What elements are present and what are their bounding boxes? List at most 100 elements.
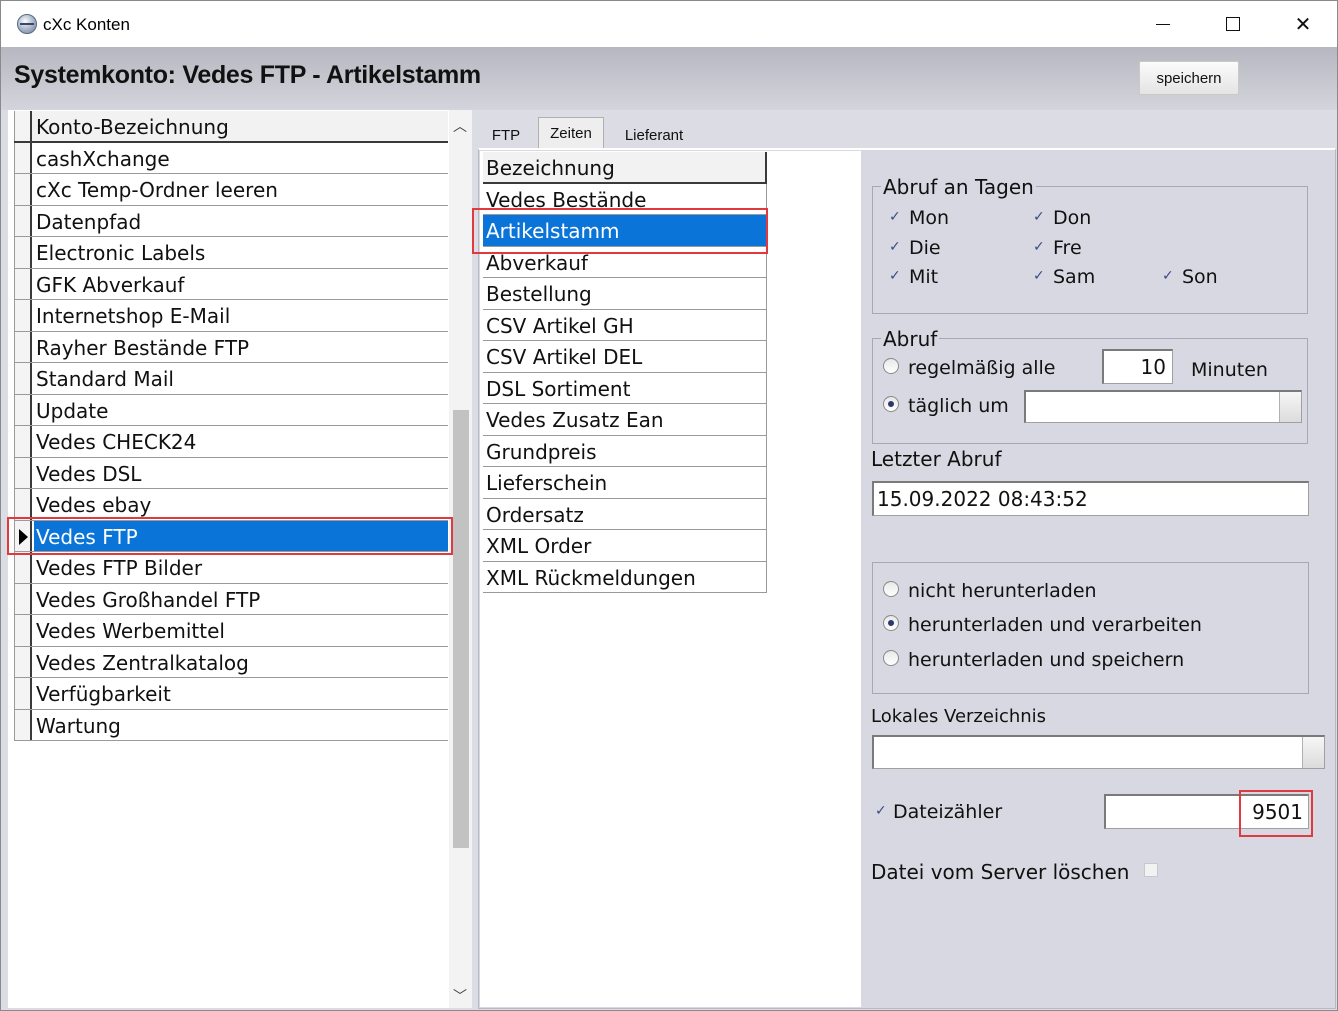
time-input[interactable] — [1024, 390, 1302, 423]
radio-herunterladen-speichern[interactable]: herunterladen und speichern — [883, 649, 1184, 671]
radio-regelmaessig-control[interactable] — [883, 357, 899, 374]
list-item[interactable]: Vedes Zentralkatalog — [14, 646, 448, 678]
row-indicator[interactable] — [14, 174, 32, 205]
radio-control[interactable] — [883, 614, 899, 631]
list-item[interactable]: cXc Temp-Ordner leeren — [14, 174, 448, 206]
close-button[interactable]: ✕ — [1268, 1, 1338, 47]
list-item-label: Vedes FTP Bilder — [36, 556, 203, 580]
radio-herunterladen-verarbeiten[interactable]: herunterladen und verarbeiten — [883, 614, 1202, 636]
list-item[interactable]: Electronic Labels — [14, 237, 448, 269]
checkbox-dateizaehler[interactable]: ✓ Dateizähler — [875, 801, 1002, 823]
dateizaehler-input[interactable]: 9501 — [1104, 794, 1309, 829]
row-indicator[interactable] — [14, 520, 32, 551]
account-grid-header: Konto-Bezeichnung — [14, 111, 448, 143]
maximize-button[interactable] — [1198, 1, 1268, 47]
radio-regelmaessig[interactable]: regelmäßig alle — [883, 357, 1056, 379]
row-indicator[interactable] — [14, 426, 32, 457]
tab-ftp[interactable]: FTP — [484, 122, 528, 148]
list-item[interactable]: Grundpreis — [483, 435, 767, 467]
radio-taeglich[interactable]: täglich um — [883, 395, 1009, 417]
list-item[interactable]: Wartung — [14, 709, 448, 741]
save-button[interactable]: speichern — [1139, 61, 1239, 95]
list-item[interactable]: Vedes Großhandel FTP — [14, 583, 448, 615]
list-item[interactable]: CSV Artikel GH — [483, 309, 767, 341]
row-indicator[interactable] — [14, 552, 32, 583]
list-item[interactable]: Ordersatz — [483, 498, 767, 530]
row-indicator[interactable] — [14, 363, 32, 394]
letzter-abruf-field[interactable]: 15.09.2022 08:43:52 — [872, 481, 1309, 516]
row-indicator[interactable] — [14, 268, 32, 299]
checkbox-fre[interactable]: ✓ Fre — [1033, 237, 1082, 259]
browse-button[interactable] — [1302, 737, 1324, 768]
list-item[interactable]: DSL Sortiment — [483, 372, 767, 404]
list-item[interactable]: Vedes Werbemittel — [14, 615, 448, 647]
checkbox-son[interactable]: ✓ Son — [1162, 266, 1218, 288]
current-row-arrow-icon — [19, 528, 28, 545]
list-item[interactable]: Internetshop E-Mail — [14, 300, 448, 332]
tab-lieferant[interactable]: Lieferant — [613, 122, 695, 148]
scrollbar-thumb[interactable] — [453, 410, 469, 848]
list-item[interactable]: Standard Mail — [14, 363, 448, 395]
list-item[interactable]: Artikelstamm — [483, 215, 767, 247]
time-spin-button[interactable] — [1279, 392, 1301, 422]
radio-control[interactable] — [883, 649, 899, 666]
checkbox-don-label: Don — [1053, 207, 1092, 229]
list-item[interactable]: Vedes FTP — [14, 520, 448, 552]
radio-control[interactable] — [883, 580, 899, 597]
list-item[interactable]: Datenpfad — [14, 205, 448, 237]
list-item-label: Artikelstamm — [486, 219, 620, 243]
lokales-verzeichnis-input[interactable] — [872, 735, 1325, 769]
list-item[interactable]: Abverkauf — [483, 246, 767, 278]
row-indicator[interactable] — [14, 300, 32, 331]
row-indicator[interactable] — [14, 709, 32, 740]
checkbox-die[interactable]: ✓ Die — [889, 237, 941, 259]
list-item[interactable]: Lieferschein — [483, 467, 767, 499]
list-item[interactable]: CSV Artikel DEL — [483, 341, 767, 373]
checkbox-sam[interactable]: ✓ Sam — [1033, 266, 1095, 288]
list-item[interactable]: XML Rückmeldungen — [483, 561, 767, 593]
minimize-button[interactable] — [1128, 1, 1198, 47]
row-indicator[interactable] — [14, 394, 32, 425]
interval-input[interactable]: 10 — [1102, 349, 1173, 384]
radio-taeglich-control[interactable] — [883, 395, 899, 412]
list-item[interactable]: GFK Abverkauf — [14, 268, 448, 300]
list-item[interactable]: Vedes CHECK24 — [14, 426, 448, 458]
list-item[interactable]: Vedes DSL — [14, 457, 448, 489]
row-indicator[interactable] — [14, 457, 32, 488]
abruf-tage-group: Abruf an Tagen ✓ Mon ✓ Die ✓ Mit ✓ Don ✓ Fre … — [872, 175, 1308, 314]
checkbox-mit[interactable]: ✓ Mit — [889, 266, 938, 288]
list-item-label: Verfügbarkeit — [36, 682, 171, 706]
account-grid-scrollbar[interactable]: ︿ ﹀ — [449, 110, 472, 1008]
list-item[interactable]: Vedes FTP Bilder — [14, 552, 448, 584]
checkbox-checked-icon: ✓ — [1033, 267, 1045, 284]
list-item[interactable]: Update — [14, 394, 448, 426]
list-item[interactable]: Vedes Bestände — [483, 183, 767, 215]
checkbox-mon[interactable]: ✓ Mon — [889, 207, 949, 229]
tab-zeiten[interactable]: Zeiten — [538, 117, 604, 149]
list-item[interactable]: XML Order — [483, 530, 767, 562]
list-item[interactable]: Bestellung — [483, 278, 767, 310]
row-indicator[interactable] — [14, 237, 32, 268]
row-indicator[interactable] — [14, 489, 32, 520]
account-grid: Konto-Bezeichnung cashXchange cXc Temp-Or… — [8, 110, 472, 1008]
row-indicator[interactable] — [14, 615, 32, 646]
row-indicator[interactable] — [14, 678, 32, 709]
row-indicator[interactable] — [14, 583, 32, 614]
radio-regelmaessig-label: regelmäßig alle — [908, 357, 1056, 379]
list-item[interactable]: Verfügbarkeit — [14, 678, 448, 710]
checkbox-don[interactable]: ✓ Don — [1033, 207, 1091, 229]
scroll-up-icon[interactable]: ︿ — [453, 116, 467, 134]
datei-loeschen-checkbox[interactable] — [1144, 863, 1158, 877]
radio-nicht-herunterladen[interactable]: nicht herunterladen — [883, 580, 1097, 602]
row-indicator[interactable] — [14, 646, 32, 677]
list-item[interactable]: cashXchange — [14, 142, 448, 174]
row-indicator[interactable] — [14, 331, 32, 362]
list-item[interactable]: Rayher Bestände FTP — [14, 331, 448, 363]
radio-label: nicht herunterladen — [908, 580, 1097, 602]
row-indicator[interactable] — [14, 142, 32, 173]
row-indicator[interactable] — [14, 205, 32, 236]
list-item[interactable]: Vedes ebay — [14, 489, 448, 521]
scroll-down-icon[interactable]: ﹀ — [453, 986, 467, 1004]
list-item[interactable]: Vedes Zusatz Ean — [483, 404, 767, 436]
list-item-label: DSL Sortiment — [486, 376, 631, 401]
